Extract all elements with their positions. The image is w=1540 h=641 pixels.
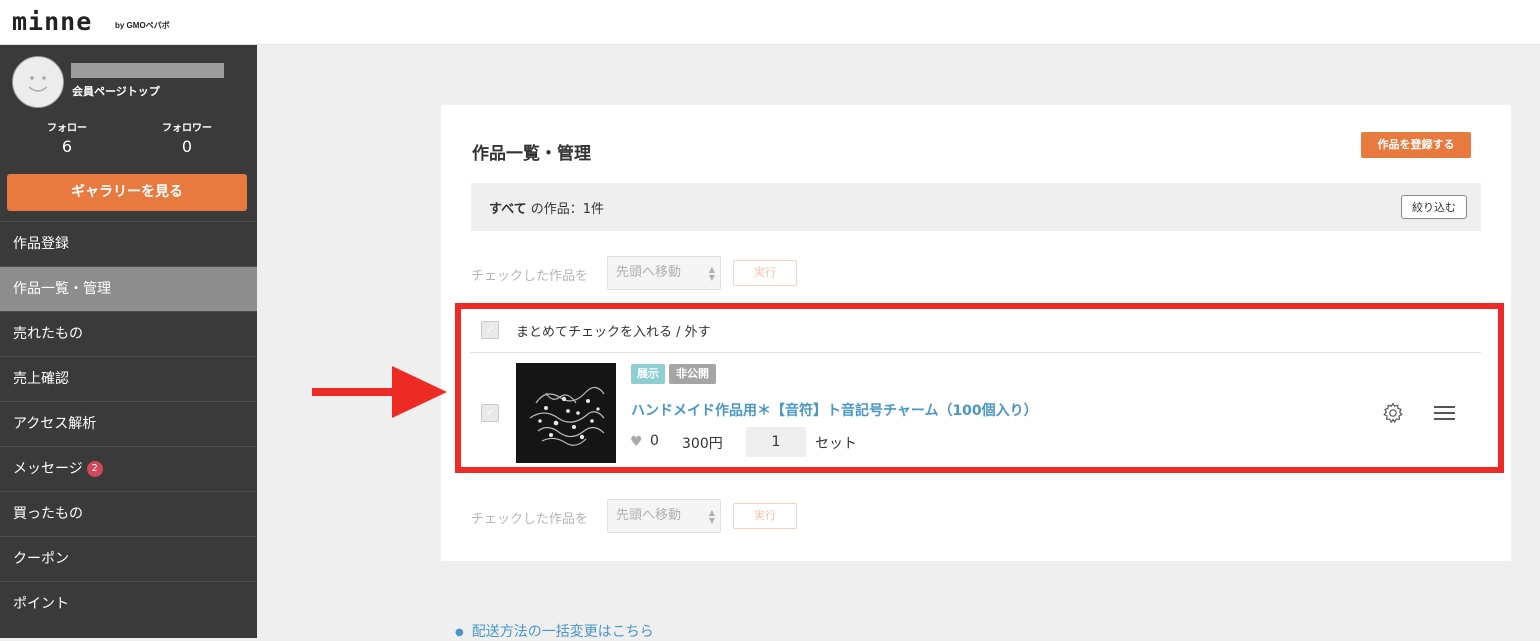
bulk-action-label: チェックした作品を bbox=[471, 269, 589, 284]
sidebar-item-label: 買ったもの bbox=[13, 506, 83, 522]
filter-summary: すべて の作品：1件 bbox=[489, 198, 604, 217]
register-item-button[interactable]: 作品を登録する bbox=[1361, 132, 1471, 158]
avatar[interactable] bbox=[12, 56, 64, 108]
sidebar-item-coupon[interactable]: クーポン bbox=[0, 536, 257, 581]
smiley-avatar-icon bbox=[28, 76, 48, 92]
sidebar-item-register[interactable]: 作品登録 bbox=[0, 221, 257, 266]
follow-stat[interactable]: フォロー 6 bbox=[7, 119, 127, 156]
select-arrows-icon: ▲ ▼ bbox=[708, 508, 715, 525]
highlight-box bbox=[455, 303, 1504, 473]
username-redacted bbox=[71, 63, 224, 78]
bulk-action-select-value: 先頭へ移動 bbox=[616, 265, 682, 280]
follower-label: フォロワー bbox=[162, 123, 212, 134]
bulk-action-select-value: 先頭へ移動 bbox=[616, 508, 682, 523]
filter-count: の作品：1件 bbox=[530, 202, 604, 217]
sidebar-item-sold[interactable]: 売れたもの bbox=[0, 311, 257, 356]
follow-count: 6 bbox=[61, 137, 73, 156]
sidebar-item-purchased[interactable]: 買ったもの bbox=[0, 491, 257, 536]
follow-label: フォロー bbox=[47, 123, 87, 134]
member-page-link[interactable]: 会員ページトップ bbox=[72, 83, 160, 99]
sidebar-item-item-list[interactable]: 作品一覧・管理 bbox=[0, 266, 257, 311]
top-bar: minne by GMOペパボ bbox=[0, 0, 1540, 45]
sidebar-item-points[interactable]: ポイント bbox=[0, 581, 257, 626]
sidebar-item-label: 売上確認 bbox=[13, 371, 69, 387]
filter-scope: すべて bbox=[489, 202, 527, 217]
bulk-action-select[interactable]: 先頭へ移動 ▲ ▼ bbox=[607, 499, 721, 533]
sidebar-item-analytics[interactable]: アクセス解析 bbox=[0, 401, 257, 446]
bulk-action-top: チェックした作品を 先頭へ移動 ▲ ▼ 実行 bbox=[471, 256, 871, 290]
sidebar: 会員ページトップ フォロー 6 フォロワー 0 ギャラリーを見る 作品登録 作品… bbox=[0, 45, 257, 638]
bulk-shipping-change-link[interactable]: ● 配送方法の一括変更はこちら bbox=[455, 621, 654, 641]
sidebar-item-label: クーポン bbox=[13, 551, 69, 567]
execute-button[interactable]: 実行 bbox=[733, 260, 797, 286]
bulk-action-bottom: チェックした作品を 先頭へ移動 ▲ ▼ 実行 bbox=[471, 499, 871, 533]
sidebar-item-label: 売れたもの bbox=[13, 326, 83, 342]
sidebar-item-label: ポイント bbox=[13, 596, 69, 612]
sidebar-item-sales[interactable]: 売上確認 bbox=[0, 356, 257, 401]
follower-stat[interactable]: フォロワー 0 bbox=[127, 119, 247, 156]
gallery-button[interactable]: ギャラリーを見る bbox=[7, 174, 247, 211]
execute-button[interactable]: 実行 bbox=[733, 503, 797, 529]
sidebar-item-label: アクセス解析 bbox=[13, 416, 97, 432]
minne-logo[interactable]: minne bbox=[12, 7, 92, 36]
sidebar-item-label: 作品登録 bbox=[13, 236, 69, 252]
bulk-action-label: チェックした作品を bbox=[471, 512, 589, 527]
filter-bar: すべて の作品：1件 絞り込む bbox=[471, 183, 1481, 231]
sidebar-item-label: メッセージ bbox=[13, 461, 83, 477]
logo-subtitle: by GMOペパボ bbox=[115, 21, 170, 30]
red-arrow-icon bbox=[312, 366, 447, 418]
sidebar-item-label: 作品一覧・管理 bbox=[13, 281, 111, 297]
message-count-badge: 2 bbox=[86, 461, 103, 477]
follower-count: 0 bbox=[181, 137, 193, 156]
sidebar-nav: 作品登録 作品一覧・管理 売れたもの 売上確認 アクセス解析 メッセージ 2 買っ… bbox=[0, 221, 257, 626]
sidebar-item-messages[interactable]: メッセージ 2 bbox=[0, 446, 257, 491]
select-arrows-icon: ▲ ▼ bbox=[708, 265, 715, 282]
page-title: 作品一覧・管理 bbox=[472, 144, 591, 164]
bulk-action-select[interactable]: 先頭へ移動 ▲ ▼ bbox=[607, 256, 721, 290]
bullet-icon: ● bbox=[455, 626, 464, 638]
narrow-down-button[interactable]: 絞り込む bbox=[1401, 195, 1467, 219]
